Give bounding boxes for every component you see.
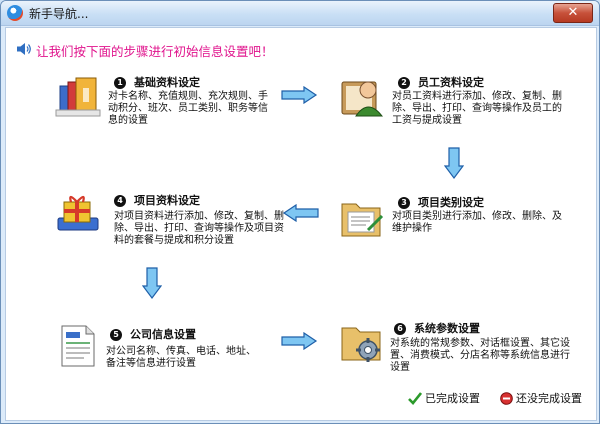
step-description: 对系统的常规参数、对话框设置、其它设置、消费模式、分店名称等系统信息进行设置: [390, 338, 570, 373]
status-done: 已完成设置: [408, 390, 480, 406]
arrow-left-icon: [282, 204, 319, 222]
content-panel: 让我们按下面的步骤进行初始信息设置吧！ 1 基础资料设定 对卡名称、充值规则、充次…: [5, 27, 597, 421]
step-number: 5: [110, 329, 122, 341]
wizard-heading: 让我们按下面的步骤进行初始信息设置吧！: [36, 44, 274, 59]
check-icon: [408, 392, 422, 405]
close-button[interactable]: ✕: [553, 3, 593, 23]
step-number: 2: [398, 77, 410, 89]
step-title: 项目类别设定: [418, 196, 484, 209]
arrow-down-icon: [142, 267, 162, 299]
step-number: 1: [114, 77, 126, 89]
window-title: 新手导航...: [29, 7, 89, 21]
app-icon: [7, 5, 23, 21]
step-number: 4: [114, 195, 126, 207]
archive-icon: [55, 77, 101, 117]
document-icon: [61, 325, 95, 367]
step-number: 6: [394, 323, 406, 335]
folder-icon: [341, 203, 384, 237]
settings-folder-icon: [341, 327, 381, 362]
step-title: 基础资料设定: [134, 76, 200, 89]
gift-icon: [57, 195, 99, 231]
status-not-done-label: 还没完成设置: [516, 392, 582, 405]
step-title: 员工资料设定: [418, 76, 484, 89]
step-description: 对公司名称、传真、电话、地址、备注等信息进行设置: [106, 346, 256, 369]
step-description: 对项目资料进行添加、修改、复制、删除、导出、打印、查询等操作及项目资料的套餐与提…: [114, 211, 284, 246]
title-bar[interactable]: 新手导航... ✕: [1, 1, 599, 26]
wizard-window: 新手导航... ✕ 让我们按下面的步骤进行初始信息设置吧！ 1 基础资料设定 对卡…: [0, 0, 600, 424]
arrow-down-icon: [444, 147, 464, 179]
speaker-icon: [17, 43, 31, 55]
step-number: 3: [398, 197, 410, 209]
step-description: 对卡名称、充值规则、充次规则、手动积分、班次、员工类别、职务等信息的设置: [108, 91, 268, 126]
step-title: 公司信息设置: [130, 328, 196, 341]
step-description: 对项目类别进行添加、修改、删除、及维护操作: [392, 211, 562, 234]
step-title: 项目资料设定: [134, 194, 200, 207]
status-done-label: 已完成设置: [425, 392, 480, 405]
step-title: 系统参数设置: [414, 322, 480, 335]
step-description: 对员工资料进行添加、修改、复制、删除、导出、打印、查询等操作及员工的工资与提成设…: [392, 91, 562, 126]
arrow-right-icon: [281, 86, 318, 104]
arrow-right-icon: [281, 332, 318, 350]
status-not-done: 还没完成设置: [500, 390, 582, 406]
employee-icon: [341, 81, 384, 117]
stop-icon: [500, 392, 513, 405]
